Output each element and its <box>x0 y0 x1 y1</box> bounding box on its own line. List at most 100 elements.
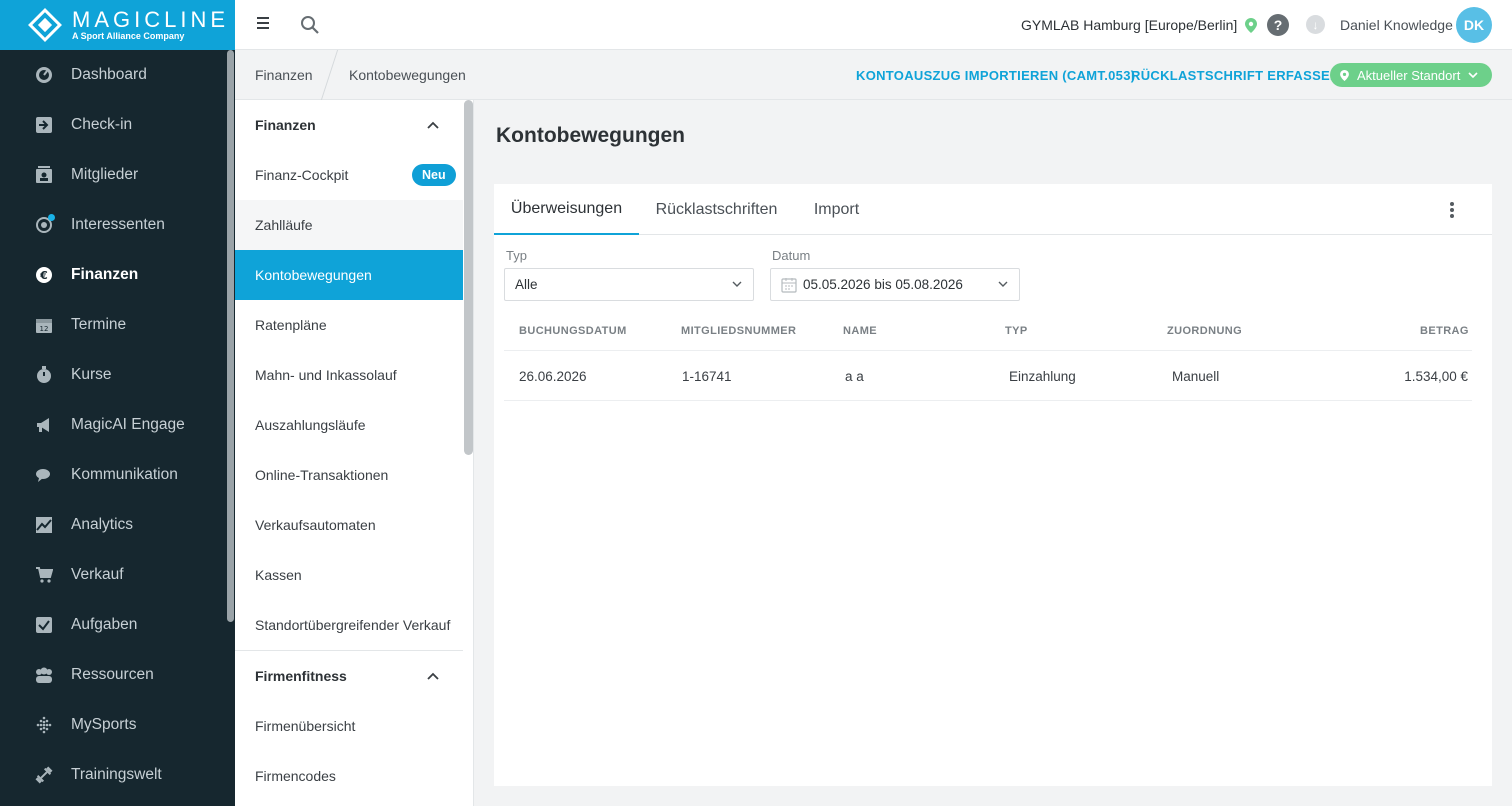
dumbbell-icon <box>34 765 54 785</box>
nav-label: Ressourcen <box>71 666 154 683</box>
subnav-item-label: Auszahlungsläufe <box>255 417 366 433</box>
euro-icon: € <box>34 265 54 285</box>
breadcrumb-current: Kontobewegungen <box>349 67 466 83</box>
new-badge: Neu <box>412 164 456 186</box>
subnav-item-online-transaktionen[interactable]: Online-Transaktionen <box>235 450 463 500</box>
calendar-icon: 12 <box>34 315 54 335</box>
tab-ueberweisungen[interactable]: Überweisungen <box>494 184 639 235</box>
column-header-betrag[interactable]: BETRAG <box>1420 325 1469 337</box>
subnav-group-firmenfitness[interactable]: Firmenfitness <box>235 651 463 701</box>
page-title: Kontobewegungen <box>496 124 685 147</box>
subnav-item-standortuebergreifend[interactable]: Standortübergreifender Verkauf <box>235 600 463 650</box>
nav-item-mysports[interactable]: MySports <box>0 700 235 750</box>
row-divider <box>504 400 1472 401</box>
current-location-button[interactable]: Aktueller Standort <box>1330 63 1492 87</box>
dashboard-icon <box>34 65 54 85</box>
location-pin-icon <box>1245 17 1258 33</box>
help-icon[interactable]: ? <box>1267 14 1289 36</box>
people-icon <box>34 665 54 685</box>
chevron-up-icon <box>427 672 439 680</box>
nav-item-aufgaben[interactable]: Aufgaben <box>0 600 235 650</box>
nav-item-kommunikation[interactable]: Kommunikation <box>0 450 235 500</box>
prospects-icon <box>34 214 55 235</box>
chart-icon <box>34 515 54 535</box>
brand-name: MAGICLINE <box>72 6 230 32</box>
subnav-item-label: Zahlläufe <box>255 217 313 233</box>
nav-scrollbar[interactable] <box>225 50 235 806</box>
type-filter-label: Typ <box>506 248 527 263</box>
nav-item-ressourcen[interactable]: Ressourcen <box>0 650 235 700</box>
nav-label: Check-in <box>71 116 133 133</box>
nav-item-termine[interactable]: 12 Termine <box>0 300 235 350</box>
more-options-icon[interactable] <box>1442 200 1462 220</box>
nav-item-interessenten[interactable]: Interessenten <box>0 200 235 250</box>
location-pin-icon <box>1340 69 1349 81</box>
subnav-item-finanz-cockpit[interactable]: Finanz-Cockpit Neu <box>235 150 463 200</box>
header-divider <box>504 350 1472 351</box>
subnav-item-label: Online-Transaktionen <box>255 467 389 483</box>
subnav-item-firmencodes[interactable]: Firmencodes <box>235 751 463 801</box>
subnav-item-label: Kassen <box>255 567 302 583</box>
tab-ruecklastschriften[interactable]: Rücklastschriften <box>639 184 794 235</box>
tab-import[interactable]: Import <box>794 184 879 235</box>
column-header-buchungsdatum[interactable]: BUCHUNGSDATUM <box>519 325 627 337</box>
record-chargeback-link[interactable]: RÜCKLASTSCHRIFT ERFASSEN <box>1131 68 1340 83</box>
column-header-name[interactable]: NAME <box>843 325 877 337</box>
download-icon[interactable]: ↓ <box>1306 15 1325 34</box>
subnav-item-zahllaeufe[interactable]: Zahlläufe <box>235 200 463 250</box>
nav-item-checkin[interactable]: Check-in <box>0 100 235 150</box>
timer-icon <box>34 365 54 385</box>
subnav-scrollbar[interactable] <box>464 100 473 806</box>
transactions-card: Überweisungen Rücklastschriften Import T… <box>494 184 1492 786</box>
avatar[interactable]: DK <box>1456 7 1492 43</box>
nav-label: Finanzen <box>71 266 139 283</box>
cell-typ: Einzahlung <box>1009 369 1076 384</box>
subnav-item-mahnlauf[interactable]: Mahn- und Inkassolauf <box>235 350 463 400</box>
subnav-item-ratenplaene[interactable]: Ratenpläne <box>235 300 463 350</box>
user-name[interactable]: Daniel Knowledge <box>1340 17 1453 33</box>
nav-item-verkauf[interactable]: Verkauf <box>0 550 235 600</box>
nav-item-kurse[interactable]: Kurse <box>0 350 235 400</box>
location-selector[interactable]: GYMLAB Hamburg [Europe/Berlin] <box>1021 17 1258 33</box>
breadcrumb-parent[interactable]: Finanzen <box>255 67 313 83</box>
subnav-item-verkaufsautomaten[interactable]: Verkaufsautomaten <box>235 500 463 550</box>
menu-icon[interactable] <box>257 17 269 29</box>
nav-item-trainingswelt[interactable]: Trainingswelt <box>0 750 235 800</box>
subnav-item-label: Kontobewegungen <box>255 267 372 283</box>
column-header-zuordnung[interactable]: ZUORDNUNG <box>1167 325 1242 337</box>
type-filter-select[interactable]: Alle <box>504 268 754 301</box>
subnav-group-finanzen[interactable]: Finanzen <box>235 100 463 150</box>
column-header-mitgliedsnummer[interactable]: MITGLIEDSNUMMER <box>681 325 796 337</box>
nav-label: Analytics <box>71 516 134 533</box>
nav-label: Mitglieder <box>71 166 139 183</box>
nav-item-dashboard[interactable]: Dashboard <box>0 50 235 100</box>
brand-logo[interactable]: MAGICLINE A Sport Alliance Company <box>0 0 235 50</box>
cart-icon <box>34 565 54 585</box>
import-statement-link[interactable]: KONTOAUSZUG IMPORTIEREN (CAMT.053) <box>856 68 1135 83</box>
svg-text:12: 12 <box>40 325 49 333</box>
nav-item-magicai[interactable]: MagicAI Engage <box>0 400 235 450</box>
nav-label: MySports <box>71 716 137 733</box>
column-header-typ[interactable]: TYP <box>1005 325 1028 337</box>
date-range-picker[interactable]: 05.05.2026 bis 05.08.2026 <box>770 268 1020 301</box>
subnav-group-label: Firmenfitness <box>255 668 347 684</box>
subnav-item-kassen[interactable]: Kassen <box>235 550 463 600</box>
nav-label: Kommunikation <box>71 466 178 483</box>
nav-item-analytics[interactable]: Analytics <box>0 500 235 550</box>
main-navigation: MAGICLINE A Sport Alliance Company Dashb… <box>0 0 235 806</box>
subnav-item-label: Finanz-Cockpit <box>255 167 349 183</box>
subnav-item-kontobewegungen[interactable]: Kontobewegungen <box>235 250 463 300</box>
subnav-item-label: Mahn- und Inkassolauf <box>255 367 397 383</box>
nav-item-mitglieder[interactable]: Mitglieder <box>0 150 235 200</box>
finance-subnav: Finanzen Finanz-Cockpit Neu Zahlläufe Ko… <box>235 100 474 806</box>
date-filter-label: Datum <box>772 248 811 263</box>
nav-item-finanzen[interactable]: € Finanzen <box>0 250 235 300</box>
cell-buchungsdatum: 26.06.2026 <box>519 369 587 384</box>
subnav-item-firmenuebersicht[interactable]: Firmenübersicht <box>235 701 463 751</box>
location-name: GYMLAB Hamburg [Europe/Berlin] <box>1021 17 1238 33</box>
nav-label: MagicAI Engage <box>71 416 185 433</box>
search-icon[interactable] <box>299 14 321 36</box>
nav-label: Aufgaben <box>71 616 138 633</box>
nav-label: Dashboard <box>71 66 147 83</box>
subnav-item-auszahlungslaeufe[interactable]: Auszahlungsläufe <box>235 400 463 450</box>
